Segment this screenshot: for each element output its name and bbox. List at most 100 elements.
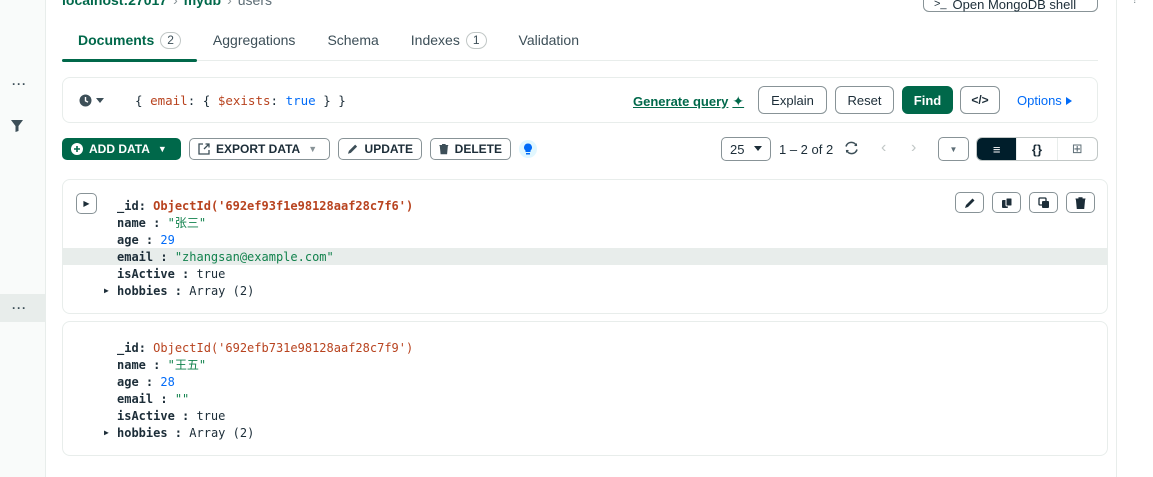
collection-tabs: Documents 2 Aggregations Schema Indexes …: [62, 26, 1098, 62]
open-shell-button[interactable]: >_ Open MongoDB shell: [923, 0, 1098, 12]
document-field: isActive : true: [117, 408, 226, 423]
next-page-icon[interactable]: ›: [911, 139, 916, 157]
more-icon[interactable]: ⁞: [1133, 0, 1136, 6]
field-value: true: [196, 266, 226, 281]
open-shell-label: Open MongoDB shell: [952, 0, 1077, 12]
field-value: "": [174, 391, 190, 406]
right-sidebar: ⁞: [1116, 0, 1153, 477]
query-value: true: [285, 93, 316, 108]
tab-indexes[interactable]: Indexes 1: [395, 26, 503, 61]
pencil-icon: [964, 198, 974, 208]
document-field: ▶ hobbies : Array (2): [104, 425, 255, 440]
refresh-icon[interactable]: [844, 141, 859, 155]
reset-button[interactable]: Reset: [835, 86, 894, 114]
tab-documents[interactable]: Documents 2: [62, 26, 197, 62]
query-operator: $exists: [217, 93, 271, 108]
field-value: Array (2): [189, 283, 255, 298]
page-size-select[interactable]: 25: [721, 137, 771, 161]
field-value: ObjectId('692ef93f1e98128aaf28c7f6'): [153, 198, 414, 213]
filter-icon[interactable]: [10, 119, 24, 133]
options-toggle[interactable]: Options: [1017, 93, 1072, 108]
document-card: _id: ObjectId('692efb731e98128aaf28c7f9'…: [62, 321, 1108, 456]
expand-field-icon[interactable]: ▶: [104, 428, 109, 437]
document-field: ▶ hobbies : Array (2): [104, 283, 255, 298]
breadcrumb: localhost:27017 › mydb › users: [62, 0, 272, 8]
column-options-select[interactable]: ▼: [938, 137, 969, 161]
more-icon[interactable]: ···: [12, 301, 27, 315]
code-button[interactable]: </>: [960, 86, 1000, 114]
options-label: Options: [1017, 93, 1062, 108]
tab-label: Aggregations: [212, 32, 296, 48]
breadcrumb-collection: users: [237, 0, 272, 8]
clone-document-button[interactable]: [1029, 192, 1058, 213]
pencil-icon: [347, 144, 358, 154]
query-filter-input[interactable]: { email: { $exists: true } }: [135, 93, 346, 108]
caret-down-icon: [96, 97, 104, 103]
field-key: _id: [117, 198, 139, 213]
expand-field-icon[interactable]: ▶: [104, 286, 109, 295]
edit-document-button[interactable]: [955, 192, 984, 213]
field-value: "张三": [167, 216, 207, 230]
json-view-button[interactable]: {}: [1016, 138, 1056, 160]
left-sidebar: ··· ···: [0, 0, 46, 477]
field-key: name: [117, 216, 146, 230]
lightbulb-icon[interactable]: [519, 140, 537, 158]
more-icon[interactable]: ···: [12, 77, 27, 91]
document-field: _id: ObjectId('692efb731e98128aaf28c7f9'…: [117, 340, 414, 355]
caret-right-icon: [1065, 96, 1072, 105]
tab-label: Schema: [327, 32, 379, 48]
generate-query-link[interactable]: Generate query ✦: [633, 93, 744, 110]
copy-document-button[interactable]: [992, 192, 1021, 213]
caret-down-icon: ▼: [157, 144, 167, 154]
query-bar: { email: { $exists: true } } Generate qu…: [62, 77, 1098, 123]
list-view-button[interactable]: ≡: [977, 138, 1017, 160]
trash-icon: [1075, 196, 1086, 209]
copy-icon: [1001, 197, 1012, 208]
table-view-button[interactable]: ⊞: [1056, 138, 1097, 160]
field-key: isActive: [117, 266, 175, 281]
explain-button[interactable]: Explain: [758, 86, 827, 114]
field-key: hobbies: [117, 283, 168, 298]
caret-down-icon: ▼: [308, 144, 318, 154]
update-label: UPDATE: [364, 142, 413, 156]
field-value: true: [196, 408, 226, 423]
add-data-label: ADD DATA: [89, 142, 150, 156]
delete-button[interactable]: DELETE: [430, 138, 511, 160]
clock-icon: [79, 94, 92, 107]
document-field: age : 28: [117, 374, 175, 389]
document-field: name : "王五": [117, 358, 207, 372]
page-size-value: 25: [730, 141, 745, 157]
tab-aggregations[interactable]: Aggregations: [197, 26, 312, 61]
field-value: "王五": [167, 358, 207, 372]
field-key: email: [117, 249, 154, 264]
code-icon: </>: [971, 93, 989, 107]
delete-label: DELETE: [454, 142, 502, 156]
field-key: name: [117, 358, 146, 372]
clone-icon: [1037, 196, 1049, 208]
delete-document-button[interactable]: [1066, 192, 1095, 213]
tab-validation[interactable]: Validation: [503, 26, 595, 61]
pagination-range: 1 – 2 of 2: [779, 142, 834, 157]
field-key: age: [117, 374, 139, 389]
document-field: isActive : true: [117, 266, 226, 281]
field-key: _id: [117, 340, 139, 355]
document-field: email : "": [117, 391, 190, 406]
query-history-button[interactable]: [79, 94, 104, 107]
find-button[interactable]: Find: [902, 86, 953, 114]
breadcrumb-host[interactable]: localhost:27017: [62, 0, 167, 8]
chevron-right-icon: ›: [173, 0, 178, 8]
query-field: email: [150, 93, 188, 108]
query-token: : {: [187, 93, 218, 108]
breadcrumb-db[interactable]: mydb: [184, 0, 221, 8]
update-button[interactable]: UPDATE: [338, 138, 422, 160]
export-data-button[interactable]: EXPORT DATA ▼: [189, 138, 330, 160]
add-data-button[interactable]: ADD DATA ▼: [62, 138, 181, 160]
tab-schema[interactable]: Schema: [311, 26, 394, 61]
plus-circle-icon: [71, 143, 83, 155]
prev-page-icon[interactable]: ‹: [881, 139, 886, 157]
field-key: hobbies: [117, 425, 168, 440]
compass-documents-view: ··· ··· ⁞ localhost:27017 › mydb › users >_ …: [0, 0, 1153, 477]
terminal-icon: >_: [934, 0, 947, 10]
document-field[interactable]: email : "zhangsan@example.com": [63, 248, 1107, 265]
tab-count-badge: 1: [465, 32, 487, 49]
